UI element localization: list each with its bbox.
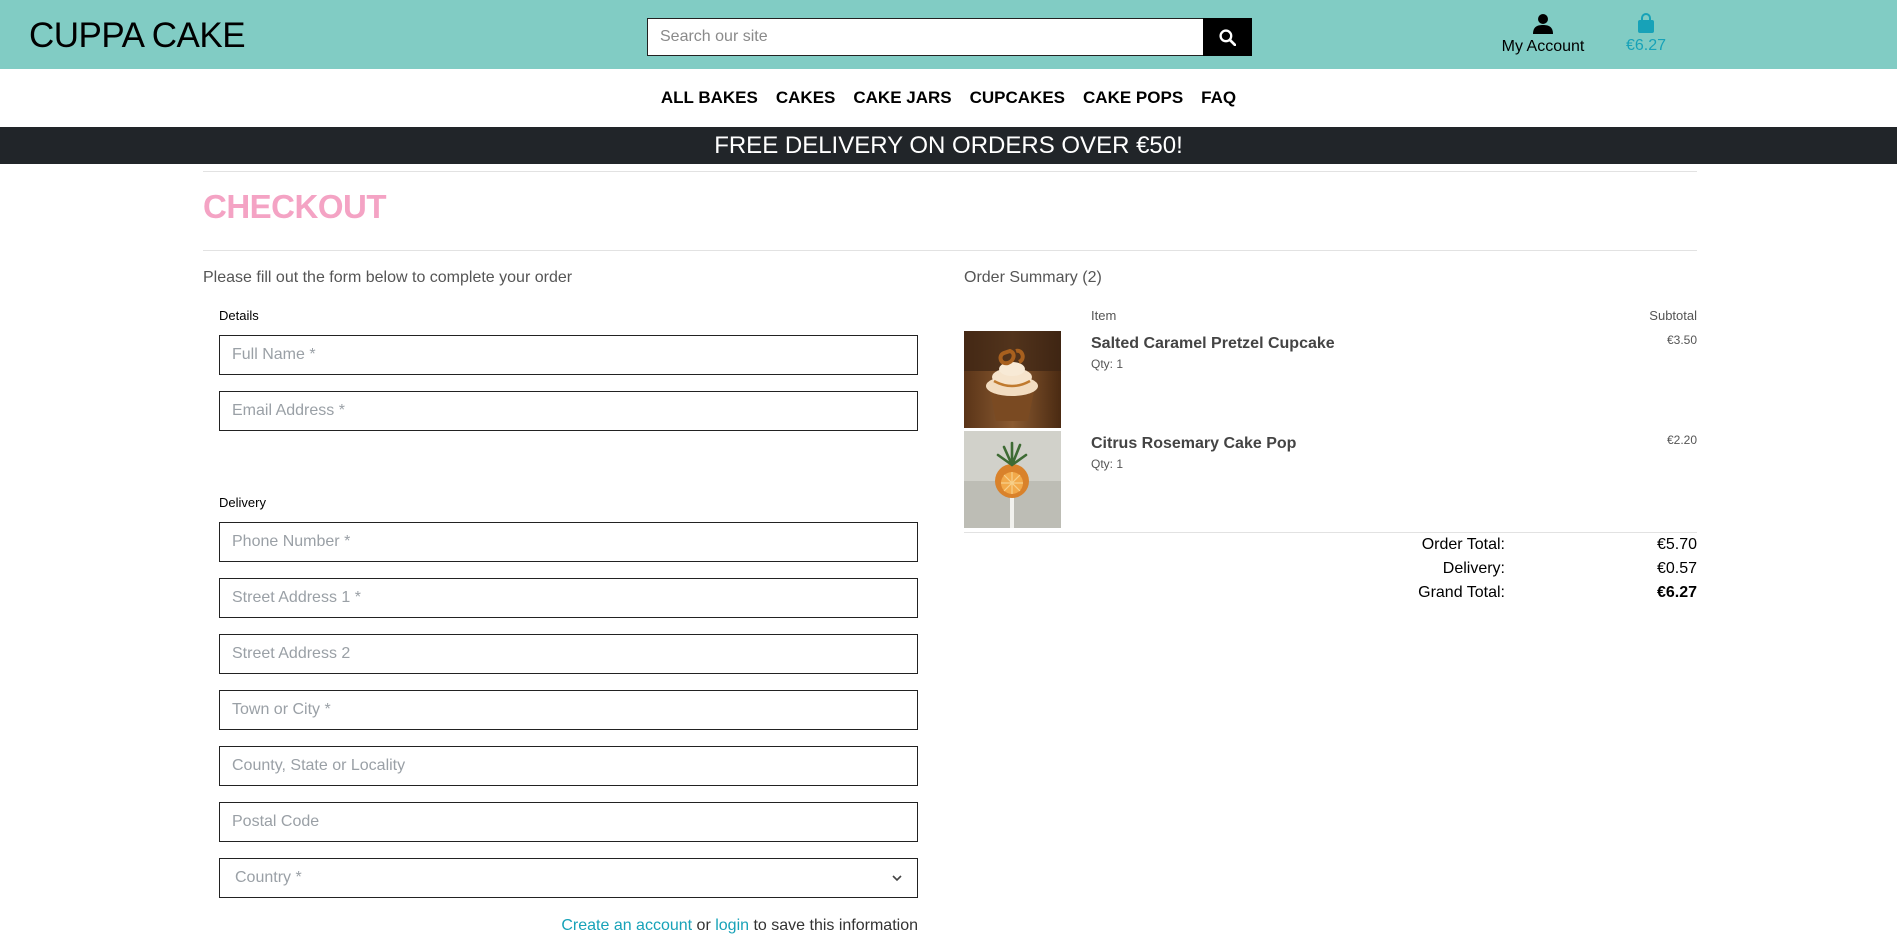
form-intro: Please fill out the form below to comple… [203,269,573,286]
product-subtotal: €3.50 [1666,333,1697,347]
user-icon [1533,14,1553,34]
search-form [647,18,1252,56]
search-button[interactable] [1203,18,1252,56]
nav-cake-jars[interactable]: CAKE JARS [844,88,960,108]
product-qty: Qty: 1 [1091,457,1124,471]
order-total-value: €5.70 [1656,536,1697,553]
divider [203,171,1697,172]
details-legend: Details [219,308,259,323]
country-select-value: Country * [235,869,302,886]
product-name[interactable]: Citrus Rosemary Cake Pop [1091,435,1296,453]
order-total-label: Order Total: [1421,536,1505,553]
nav-cupcakes[interactable]: CUPCAKES [961,88,1074,108]
delivery-legend: Delivery [219,495,266,510]
product-qty: Qty: 1 [1091,357,1124,371]
page-title: CHECKOUT [203,188,387,225]
email-field[interactable] [219,391,918,431]
phone-field[interactable] [219,522,918,562]
bag-total: €6.27 [1625,37,1667,54]
my-account-link[interactable]: My Account [1495,13,1591,56]
street-address-2-field[interactable] [219,634,918,674]
nav-all-bakes[interactable]: ALL BAKES [652,88,767,108]
nav-cake-pops[interactable]: CAKE POPS [1074,88,1192,108]
save-suffix-text: to save this information [749,917,918,934]
save-or-text: or [692,917,716,934]
subtotal-column-header: Subtotal [1649,308,1697,323]
grand-total-label: Grand Total: [1418,584,1505,601]
save-info-text: Create an account or login to save this … [561,917,918,935]
delivery-value: €0.57 [1656,560,1697,577]
site-logo[interactable]: CUPPA CAKE [29,16,246,56]
county-field[interactable] [219,746,918,786]
chevron-down-icon [892,874,902,881]
grand-total-value: €6.27 [1656,584,1697,601]
town-city-field[interactable] [219,690,918,730]
item-column-header: Item [1091,308,1117,323]
nav-faq[interactable]: FAQ [1192,88,1245,108]
country-select[interactable]: Country * [219,858,918,898]
order-summary-title: Order Summary (2) [964,269,1102,286]
search-icon [1219,28,1236,46]
create-account-link[interactable]: Create an account [561,917,692,934]
top-header: CUPPA CAKE My Account €6.27 [0,0,1897,69]
product-subtotal: €2.20 [1666,433,1697,447]
main-nav: ALL BAKES CAKES CAKE JARS CUPCAKES CAKE … [0,69,1897,127]
product-image-cake-pop[interactable] [964,431,1061,528]
divider [203,250,1697,251]
login-link[interactable]: login [715,917,749,934]
delivery-label: Delivery: [1442,560,1505,577]
nav-cakes[interactable]: CAKES [767,88,845,108]
shopping-bag-link[interactable]: €6.27 [1616,13,1676,55]
street-address-1-field[interactable] [219,578,918,618]
shopping-bag-icon [1638,13,1654,33]
summary-divider [964,532,1697,533]
delivery-banner: FREE DELIVERY ON ORDERS OVER €50! [0,127,1897,164]
product-name[interactable]: Salted Caramel Pretzel Cupcake [1091,335,1335,353]
product-image-cupcake[interactable] [964,331,1061,428]
search-input[interactable] [647,18,1203,56]
postal-code-field[interactable] [219,802,918,842]
my-account-label: My Account [1501,38,1585,55]
full-name-field[interactable] [219,335,918,375]
